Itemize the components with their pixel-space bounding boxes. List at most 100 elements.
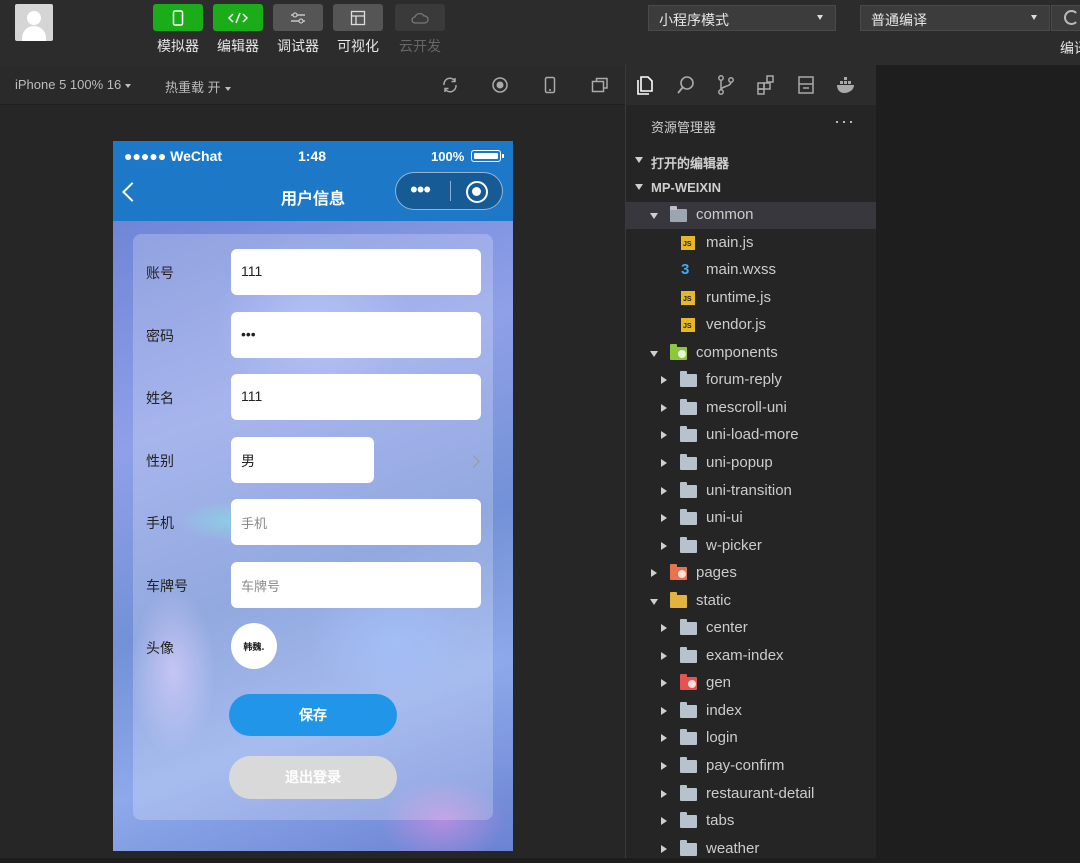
chevron-right-icon [661,486,667,495]
tree-item-label: components [696,343,778,361]
explorer-title: 资源管理器 [651,120,717,135]
tree-item-pay-confirm[interactable]: pay-confirm [626,753,876,780]
tree-item-uni-popup[interactable]: uni-popup [626,450,876,477]
tree-item-weather[interactable]: weather [626,836,876,863]
tree-item-center[interactable]: center [626,615,876,642]
folder-icon [680,509,697,526]
editor-toggle[interactable]: 编辑器 [213,4,263,56]
compile-select[interactable]: 普通编译 [860,5,1050,31]
wechat-navbar: ●●●●● WeChat 1:48 100% 用户信息 ••• [113,141,513,221]
tree-item-tabs[interactable]: tabs [626,808,876,835]
tree-item-main-wxss[interactable]: 3 main.wxss [626,257,876,284]
password-input[interactable]: ••• [231,312,481,358]
docker-icon[interactable] [835,74,857,96]
mode-select-value: 小程序模式 [659,12,729,28]
tree-item-forum-reply[interactable]: forum-reply [626,367,876,394]
simulator-toggle[interactable]: 模拟器 [153,4,203,56]
rotate-icon[interactable] [441,76,459,94]
js-file-icon: JS [681,235,695,250]
extensions-icon[interactable] [755,74,777,96]
more-dots-icon[interactable]: ••• [410,179,431,201]
cloud-icon [411,12,429,24]
project-section[interactable]: MP-WEIXIN [626,174,876,201]
chevron-down-icon [817,15,823,20]
folder-icon [680,536,697,553]
tree-item-label: w-picker [706,536,762,554]
folder-icon [680,398,697,415]
explorer-panel: 资源管理器 ··· 打开的编辑器 MP-WEIXIN common JS main.… [626,105,876,858]
name-input[interactable]: 111 [231,374,481,420]
name-label: 姓名 [146,390,174,406]
folder-icon [670,343,687,360]
tree-item-label: uni-ui [706,509,743,527]
compile-button[interactable] [1051,5,1080,31]
tree-item-vendor-js[interactable]: JS vendor.js [626,312,876,339]
chevron-down-icon [224,86,231,91]
tree-item-label: forum-reply [706,371,782,389]
close-miniprogram-icon[interactable] [466,181,488,203]
debugger-toggle[interactable]: 调试器 [273,4,323,56]
device-select[interactable]: iPhone 5 100% 16 [15,77,132,92]
save-button[interactable]: 保存 [229,694,397,736]
tree-item-common[interactable]: common [626,202,876,229]
visualize-toggle[interactable]: 可视化 [333,4,383,56]
chevron-right-icon [661,651,667,660]
logout-button[interactable]: 退出登录 [229,756,397,799]
phone-label: 手机 [146,515,174,531]
phone-preview-icon[interactable] [541,76,559,94]
debug-sliders-icon [291,12,305,23]
open-editors-section[interactable]: 打开的编辑器 [626,147,876,174]
more-actions-icon[interactable]: ··· [834,111,855,132]
tree-item-uni-load-more[interactable]: uni-load-more [626,422,876,449]
gender-picker[interactable]: 男 [231,437,374,483]
tree-item-login[interactable]: login [626,725,876,752]
avatar-image[interactable]: 韩魏. [231,623,277,669]
tree-item-label: main.wxss [706,261,777,279]
tree-item-runtime-js[interactable]: JS runtime.js [626,285,876,312]
folder-icon [670,206,687,222]
tree-item-label: index [706,701,742,719]
tree-item-label: uni-popup [706,453,773,471]
user-avatar[interactable] [15,4,53,41]
tree-item-restaurant-detail[interactable]: restaurant-detail [626,781,876,808]
folder-icon [680,453,697,470]
tree-item-uni-transition[interactable]: uni-transition [626,478,876,505]
tree-item-pages[interactable]: pages [626,560,876,587]
search-icon[interactable] [675,74,697,96]
tree-item-mescroll-uni[interactable]: mescroll-uni [626,395,876,422]
tree-item-index[interactable]: index [626,698,876,725]
js-file-icon: JS [681,290,695,305]
plate-input[interactable]: 车牌号 [231,562,481,608]
tree-item-uni-ui[interactable]: uni-ui [626,505,876,532]
storage-icon[interactable] [795,74,817,96]
visualize-label: 可视化 [337,38,379,54]
folder-icon [680,674,697,691]
phone-input[interactable]: 手机 [231,499,481,545]
record-icon[interactable] [491,76,509,94]
files-icon[interactable] [635,74,657,96]
chevron-right-icon [661,624,667,633]
tree-item-components[interactable]: components [626,340,876,367]
project-label: MP-WEIXIN [651,180,722,195]
folder-icon [680,619,697,636]
chevron-down-icon [650,598,658,605]
hot-reload-select[interactable]: 热重载 开 [165,77,231,96]
source-control-icon[interactable] [715,74,737,96]
folder-icon [680,481,697,498]
account-input[interactable]: 111 [231,249,481,295]
chevron-right-icon [661,817,667,826]
activity-bar [626,65,876,105]
detach-window-icon[interactable] [591,76,609,94]
tree-item-gen[interactable]: gen [626,670,876,697]
tree-item-label: pages [696,564,737,582]
mode-select[interactable]: 小程序模式 [648,5,836,31]
tree-item-exam-index[interactable]: exam-index [626,643,876,670]
chevron-right-icon [661,734,667,743]
folder-icon [670,591,687,608]
cloud-dev-toggle[interactable]: 云开发 [395,4,445,56]
tree-item-label: main.js [706,233,754,251]
tree-item-w-picker[interactable]: w-picker [626,533,876,560]
chevron-down-icon [1031,15,1037,20]
tree-item-main-js[interactable]: JS main.js [626,230,876,257]
tree-item-static[interactable]: static [626,588,876,615]
